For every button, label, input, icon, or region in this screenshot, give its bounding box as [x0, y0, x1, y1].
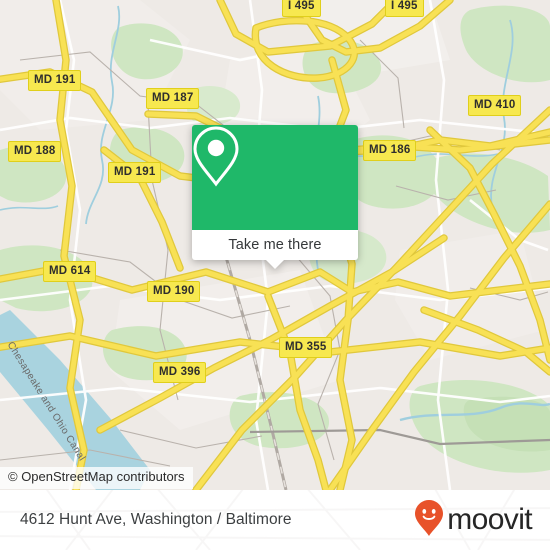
road-shield: I 495 — [385, 0, 424, 17]
take-me-there-label: Take me there — [228, 237, 322, 253]
footer-bar: 4612 Hunt Ave, Washington / Baltimore mo… — [0, 490, 550, 550]
road-shield: MD 355 — [279, 337, 333, 358]
map-canvas[interactable]: Chesapeake and Ohio Canal I 495 I 495 MD 1… — [0, 0, 550, 490]
road-shield: MD 190 — [147, 281, 201, 302]
moovit-logo[interactable]: moovit — [414, 499, 533, 542]
callout-action[interactable]: Take me there — [192, 230, 358, 260]
moovit-pin-icon — [414, 499, 444, 542]
callout-pointer — [266, 260, 284, 269]
osm-attribution[interactable]: © OpenStreetMap contributors — [0, 467, 193, 489]
road-shield: MD 191 — [108, 162, 162, 183]
road-shield: MD 410 — [468, 95, 522, 116]
address-label: 4612 Hunt Ave, Washington / Baltimore — [20, 511, 292, 528]
road-shield: MD 187 — [146, 88, 200, 109]
moovit-location-card: Chesapeake and Ohio Canal I 495 I 495 MD 1… — [0, 0, 550, 550]
road-shield: MD 188 — [8, 141, 62, 162]
road-shield: I 495 — [282, 0, 321, 17]
location-callout[interactable]: Take me there — [192, 125, 358, 269]
moovit-wordmark: moovit — [447, 503, 532, 536]
road-shield: MD 396 — [153, 362, 207, 383]
road-shield: MD 191 — [28, 70, 82, 91]
road-shield: MD 614 — [43, 261, 97, 282]
road-shield: MD 186 — [363, 140, 417, 161]
callout-header — [192, 125, 358, 230]
